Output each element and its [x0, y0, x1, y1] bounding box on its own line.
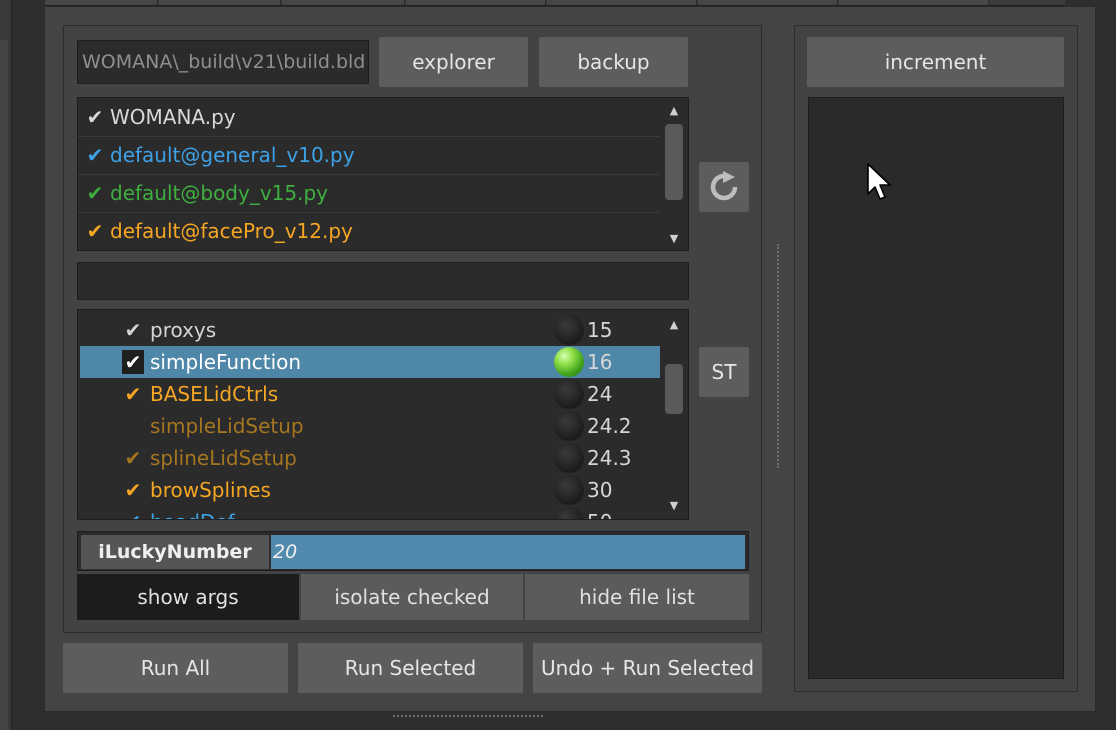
- scroll-up-icon[interactable]: ▲: [660, 100, 688, 120]
- check-icon[interactable]: ✔: [80, 143, 110, 167]
- check-icon[interactable]: ✔: [80, 219, 110, 243]
- st-button[interactable]: ST: [699, 347, 749, 397]
- step-number: 24.2: [587, 414, 632, 438]
- status-orb-icon: [554, 411, 584, 441]
- check-icon[interactable]: ✔: [80, 105, 110, 129]
- scroll-down-icon[interactable]: ▼: [660, 495, 688, 515]
- step-name: simpleFunction: [150, 350, 302, 374]
- file-name: default@body_v15.py: [110, 181, 329, 205]
- scroll-thumb[interactable]: [665, 364, 683, 414]
- step-name: proxys: [150, 318, 217, 342]
- mouse-cursor-icon: [867, 163, 891, 200]
- step-list-item[interactable]: ✔ proxys 15: [80, 314, 660, 346]
- step-list-item[interactable]: ✔ BASELidCtrls 24: [80, 378, 660, 410]
- status-orb-icon: [554, 347, 584, 377]
- hide-file-list-toggle[interactable]: hide file list: [525, 574, 749, 620]
- step-list-item[interactable]: ✔ browSplines 30: [80, 474, 660, 506]
- status-orb-icon: [554, 507, 584, 519]
- check-icon[interactable]: ✔: [122, 350, 144, 374]
- step-number: 30: [587, 478, 613, 502]
- status-orb-icon: [554, 475, 584, 505]
- file-name: WOMANA.py: [110, 105, 236, 129]
- tab-1[interactable]: [45, 0, 158, 5]
- step-number: 15: [587, 318, 613, 342]
- tab-3[interactable]: [282, 0, 405, 5]
- refresh-button[interactable]: [699, 162, 749, 212]
- check-icon[interactable]: ✔: [122, 382, 144, 406]
- file-list-item[interactable]: ✔ default@general_v10.py: [78, 136, 660, 175]
- tab-5[interactable]: [547, 0, 697, 5]
- build-path-field[interactable]: WOMANA\_build\v21\build.bld: [77, 40, 369, 84]
- scroll-up-icon[interactable]: ▲: [660, 314, 688, 334]
- step-list-item[interactable]: simpleLidSetup 24.2: [80, 410, 660, 442]
- left-dock-panel: [0, 40, 8, 730]
- argument-name: iLuckyNumber: [81, 535, 269, 569]
- step-name: browSplines: [150, 478, 271, 502]
- panel-splitter[interactable]: [777, 244, 781, 468]
- file-name: default@facePro_v12.py: [110, 219, 353, 243]
- step-list-item[interactable]: ✔ splineLidSetup 24.3: [80, 442, 660, 474]
- tab-6[interactable]: [698, 0, 838, 5]
- refresh-icon: [710, 171, 738, 201]
- status-orb-icon: [554, 315, 584, 345]
- step-number: 24.3: [587, 446, 632, 470]
- backup-button[interactable]: backup: [539, 37, 688, 87]
- undo-run-selected-button[interactable]: Undo + Run Selected: [533, 643, 762, 693]
- check-icon[interactable]: ✔: [122, 446, 144, 470]
- step-name: splineLidSetup: [150, 446, 297, 470]
- step-list-item[interactable]: ✔ headDef 50: [80, 506, 660, 519]
- increment-button[interactable]: increment: [807, 37, 1064, 87]
- resize-grip[interactable]: [393, 715, 543, 719]
- check-icon[interactable]: ✔: [122, 478, 144, 502]
- step-list[interactable]: ✔ proxys 15 ✔ simpleFunction 16 ✔ BASELidCtrls 2…: [77, 309, 689, 520]
- increment-panel[interactable]: [808, 97, 1064, 679]
- file-list-item[interactable]: ✔ default@facePro_v12.py: [78, 212, 660, 250]
- file-name: default@general_v10.py: [110, 143, 355, 167]
- run-selected-button[interactable]: Run Selected: [298, 643, 523, 693]
- step-number: 50: [587, 510, 612, 519]
- step-list-item[interactable]: ✔ simpleFunction 16: [80, 346, 660, 378]
- tab-4[interactable]: [406, 0, 546, 5]
- step-name: BASELidCtrls: [150, 382, 279, 406]
- run-all-button[interactable]: Run All: [63, 643, 288, 693]
- file-list[interactable]: ✔ WOMANA.py ✔ default@general_v10.py ✔ defaul…: [77, 97, 689, 251]
- file-list-item[interactable]: ✔ WOMANA.py: [78, 98, 660, 137]
- step-list-scrollbar[interactable]: ▲ ▼: [660, 310, 688, 519]
- check-icon[interactable]: ✔: [122, 318, 144, 342]
- argument-value-field[interactable]: 20: [271, 535, 745, 569]
- tab-7[interactable]: [839, 0, 989, 5]
- file-list-item[interactable]: ✔ default@body_v15.py: [78, 174, 660, 213]
- check-icon[interactable]: ✔: [80, 181, 110, 205]
- status-orb-icon: [554, 379, 584, 409]
- scroll-thumb[interactable]: [665, 124, 683, 200]
- isolate-checked-toggle[interactable]: isolate checked: [301, 574, 523, 620]
- show-args-toggle[interactable]: show args: [77, 574, 299, 620]
- step-name: headDef: [150, 510, 235, 519]
- step-name: simpleLidSetup: [150, 414, 304, 438]
- file-list-scrollbar[interactable]: ▲ ▼: [660, 98, 688, 250]
- tab-2[interactable]: [159, 0, 281, 5]
- explorer-button[interactable]: explorer: [379, 37, 528, 87]
- step-number: 16: [587, 350, 613, 374]
- scroll-down-icon[interactable]: ▼: [660, 228, 688, 248]
- status-orb-icon: [554, 443, 584, 473]
- step-number: 24: [587, 382, 613, 406]
- check-icon[interactable]: ✔: [122, 510, 144, 519]
- filter-field[interactable]: [77, 262, 689, 300]
